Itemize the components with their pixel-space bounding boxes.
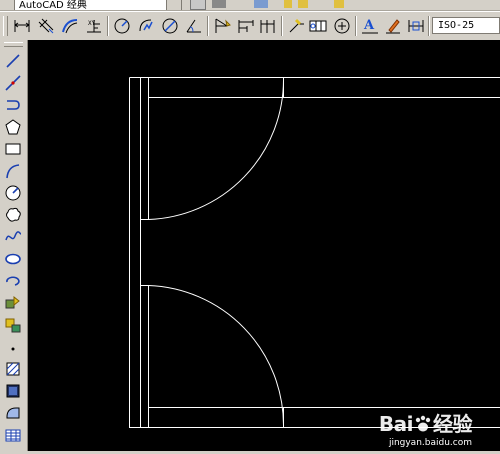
draw-toolbar [0, 40, 28, 451]
ellipse-icon[interactable] [4, 250, 22, 268]
ordinate-dimension-icon[interactable]: XY [84, 16, 104, 36]
door-swing-arc-top [149, 80, 284, 220]
svg-text:XY: XY [88, 20, 96, 27]
polyline-icon[interactable] [4, 96, 22, 114]
baseline-dimension-icon[interactable] [236, 16, 256, 36]
bulb-icon[interactable] [284, 0, 292, 8]
watermark-brand-cn: 经验 [433, 412, 472, 436]
make-block-icon[interactable] [4, 316, 22, 334]
region-icon[interactable] [4, 404, 22, 422]
spline-icon[interactable] [4, 228, 22, 246]
diameter-dimension-icon[interactable] [160, 16, 180, 36]
watermark-url: jingyan.baidu.com [389, 438, 472, 448]
polygon-icon[interactable] [4, 118, 22, 136]
sun-icon[interactable] [298, 0, 308, 8]
wall-left-outer-line [130, 78, 500, 428]
construction-line-icon[interactable] [4, 74, 22, 92]
workspace-combo[interactable]: AutoCAD 经典 [14, 0, 182, 11]
dimension-edit-icon[interactable]: A [360, 16, 380, 36]
chevron-down-icon[interactable] [166, 0, 181, 10]
dimension-text-edit-icon[interactable] [383, 16, 403, 36]
layer-props-icon[interactable] [190, 0, 206, 10]
center-mark-icon[interactable] [332, 16, 352, 36]
revision-cloud-icon[interactable] [4, 206, 22, 224]
layer-toolbar: AutoCAD 经典 [0, 0, 500, 11]
door-leaf-top [141, 78, 149, 220]
toolbar-grip[interactable] [3, 16, 8, 36]
quick-dimension-icon[interactable] [212, 16, 232, 36]
drawing-canvas[interactable]: Bai 经验 jingyan.baidu.com [28, 40, 500, 451]
door-drawing [28, 40, 500, 451]
arc-icon[interactable] [4, 162, 22, 180]
baidu-watermark: Bai 经验 [379, 408, 472, 437]
jogged-dimension-icon[interactable] [136, 16, 156, 36]
arc-length-dimension-icon[interactable] [60, 16, 80, 36]
circle-icon[interactable] [4, 184, 22, 202]
svg-text:A: A [363, 18, 375, 33]
dimension-update-icon[interactable] [406, 16, 426, 36]
door-swing-arc-bottom [149, 286, 284, 426]
aligned-dimension-icon[interactable] [36, 16, 56, 36]
dimension-style-select[interactable]: ISO-25 [432, 17, 500, 34]
dimension-toolbar: XY A ISO-25 [0, 11, 500, 41]
insert-block-icon[interactable] [4, 294, 22, 312]
lock-icon[interactable] [334, 0, 344, 8]
gradient-icon[interactable] [4, 382, 22, 400]
watermark-brand: Bai [379, 412, 413, 436]
dimension-style-value: ISO-25 [438, 20, 474, 31]
rectangle-icon[interactable] [4, 140, 22, 158]
toolbar-grip[interactable] [4, 42, 23, 47]
door-leaf-bottom [141, 286, 149, 428]
radius-dimension-icon[interactable] [112, 16, 132, 36]
layers-icon[interactable] [254, 0, 268, 8]
angular-dimension-icon[interactable] [184, 16, 204, 36]
paw-icon [413, 415, 433, 433]
quick-leader-icon[interactable] [286, 16, 306, 36]
layer-prev-icon[interactable] [212, 0, 226, 8]
tolerance-icon[interactable] [308, 16, 328, 36]
hatch-icon[interactable] [4, 360, 22, 378]
line-icon[interactable] [4, 52, 22, 70]
ellipse-arc-icon[interactable] [4, 272, 22, 290]
table-icon[interactable] [4, 426, 22, 444]
point-icon[interactable] [4, 338, 22, 356]
continue-dimension-icon[interactable] [258, 16, 278, 36]
linear-dimension-icon[interactable] [12, 16, 32, 36]
workspace-combo-value: AutoCAD 经典 [19, 0, 87, 11]
